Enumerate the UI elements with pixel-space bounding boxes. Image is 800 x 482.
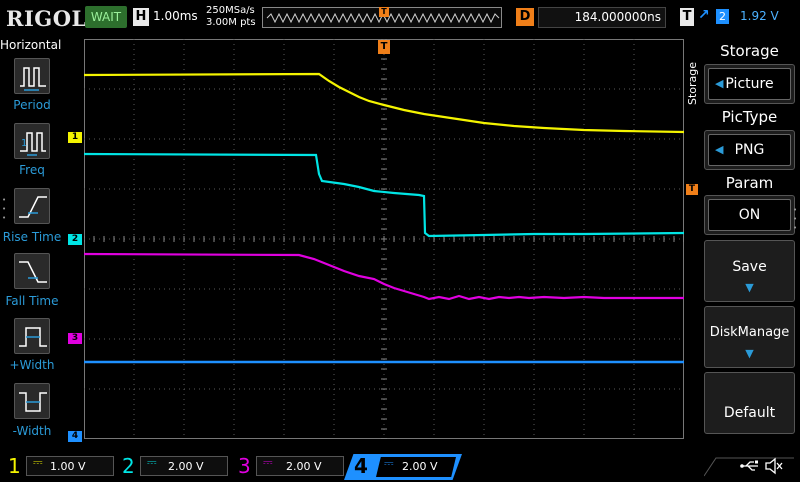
sample-rate: 250MSa/s [206,5,255,16]
page-dots-icon: • • • [793,206,798,232]
freq-button[interactable]: 1 [14,123,50,159]
page-dots-icon: • • • [2,196,7,222]
trigger-level-marker[interactable]: T [686,184,698,195]
default-button[interactable]: Default [704,372,795,434]
rise-time-button[interactable] [14,188,50,224]
save-label: Save [732,259,767,275]
param-value: ON [738,207,761,223]
dc-coupling-icon: ⎓ [263,455,273,469]
negative-width-icon [19,392,47,412]
pictype-value: PNG [734,142,765,158]
delay-label: D [516,8,534,26]
storage-menu-item[interactable]: ◀ Picture [704,64,795,104]
rising-edge-icon: ↗ [698,7,710,23]
trigger-position-marker[interactable]: T [378,40,390,54]
channel-3-marker[interactable]: 3 [68,333,82,344]
brand-logo: RIGOL [6,6,87,31]
channel-4-number: 4 [354,454,368,478]
down-arrow-icon: ▼ [745,347,754,360]
channel-2-number[interactable]: 2 [122,454,135,478]
frequency-icon: 1 [20,132,46,156]
dc-coupling-icon: ⎓ [33,455,43,469]
channel-3-number[interactable]: 3 [238,454,251,478]
rise-time-icon [19,196,47,218]
trigger-level[interactable]: 1.92 V [740,9,779,23]
trigger-label: T [680,8,694,26]
delay-field[interactable]: 184.000000ns [538,7,666,28]
memory-trigger-marker: T [379,7,389,17]
trigger-source[interactable]: 2 [716,9,729,24]
disk-manage-label: DiskManage [709,325,790,340]
freq-label: Freq [19,163,45,177]
storage-title: Storage [720,42,779,60]
channel-1-scale: 1.00 V [50,460,86,473]
negative-width-button[interactable] [14,383,50,419]
channel-1-number[interactable]: 1 [8,454,21,478]
period-icon [20,67,46,91]
channel-4-scale: 2.00 V [402,460,438,473]
dc-coupling-icon: ⎓ [384,456,394,470]
speaker-mute-icon[interactable] [764,457,784,475]
horizontal-menu-title: Horizontal [0,38,62,52]
dc-coupling-icon: ⎓ [147,455,157,469]
save-button[interactable]: Save ▼ [704,240,795,302]
pictype-title: PicType [721,108,778,126]
channel-1-marker[interactable]: 1 [68,132,82,143]
graticule [84,39,684,439]
period-button[interactable] [14,58,50,94]
param-title: Param [725,174,774,192]
timebase-value[interactable]: 1.00ms [153,9,198,23]
channel-4-marker[interactable]: 4 [68,431,82,442]
disk-manage-button[interactable]: DiskManage ▼ [704,306,795,368]
channel-3-scale: 2.00 V [286,460,322,473]
param-menu-item[interactable]: ON [704,195,795,235]
svg-text:1: 1 [21,138,27,149]
acquisition-status[interactable]: WAIT [85,6,127,28]
channel-2-scale: 2.00 V [168,460,204,473]
channel-1-trace [84,72,684,134]
negative-width-label: -Width [12,424,52,438]
fall-time-button[interactable] [14,253,50,289]
rise-time-label: Rise Time [2,230,62,244]
channel-3-trace [84,252,684,301]
positive-width-button[interactable] [14,318,50,354]
channel-2-marker[interactable]: 2 [68,234,82,245]
menu-side-label: Storage [686,61,699,105]
fall-time-label: Fall Time [5,294,59,308]
pictype-menu-item[interactable]: ◀ PNG [704,130,795,170]
positive-width-icon [19,327,47,347]
usb-icon [740,460,758,471]
waveform-display[interactable] [84,39,684,439]
storage-value: Picture [725,76,774,92]
fall-time-icon [19,261,47,283]
delay-value: 184.000000ns [574,10,661,24]
default-label: Default [723,405,776,421]
positive-width-label: +Width [9,358,55,372]
memory-depth: 3.00M pts [206,17,256,28]
period-label: Period [13,98,51,112]
horizontal-label: H [133,8,149,26]
down-arrow-icon: ▼ [745,281,754,294]
memory-overview: T [262,7,502,28]
